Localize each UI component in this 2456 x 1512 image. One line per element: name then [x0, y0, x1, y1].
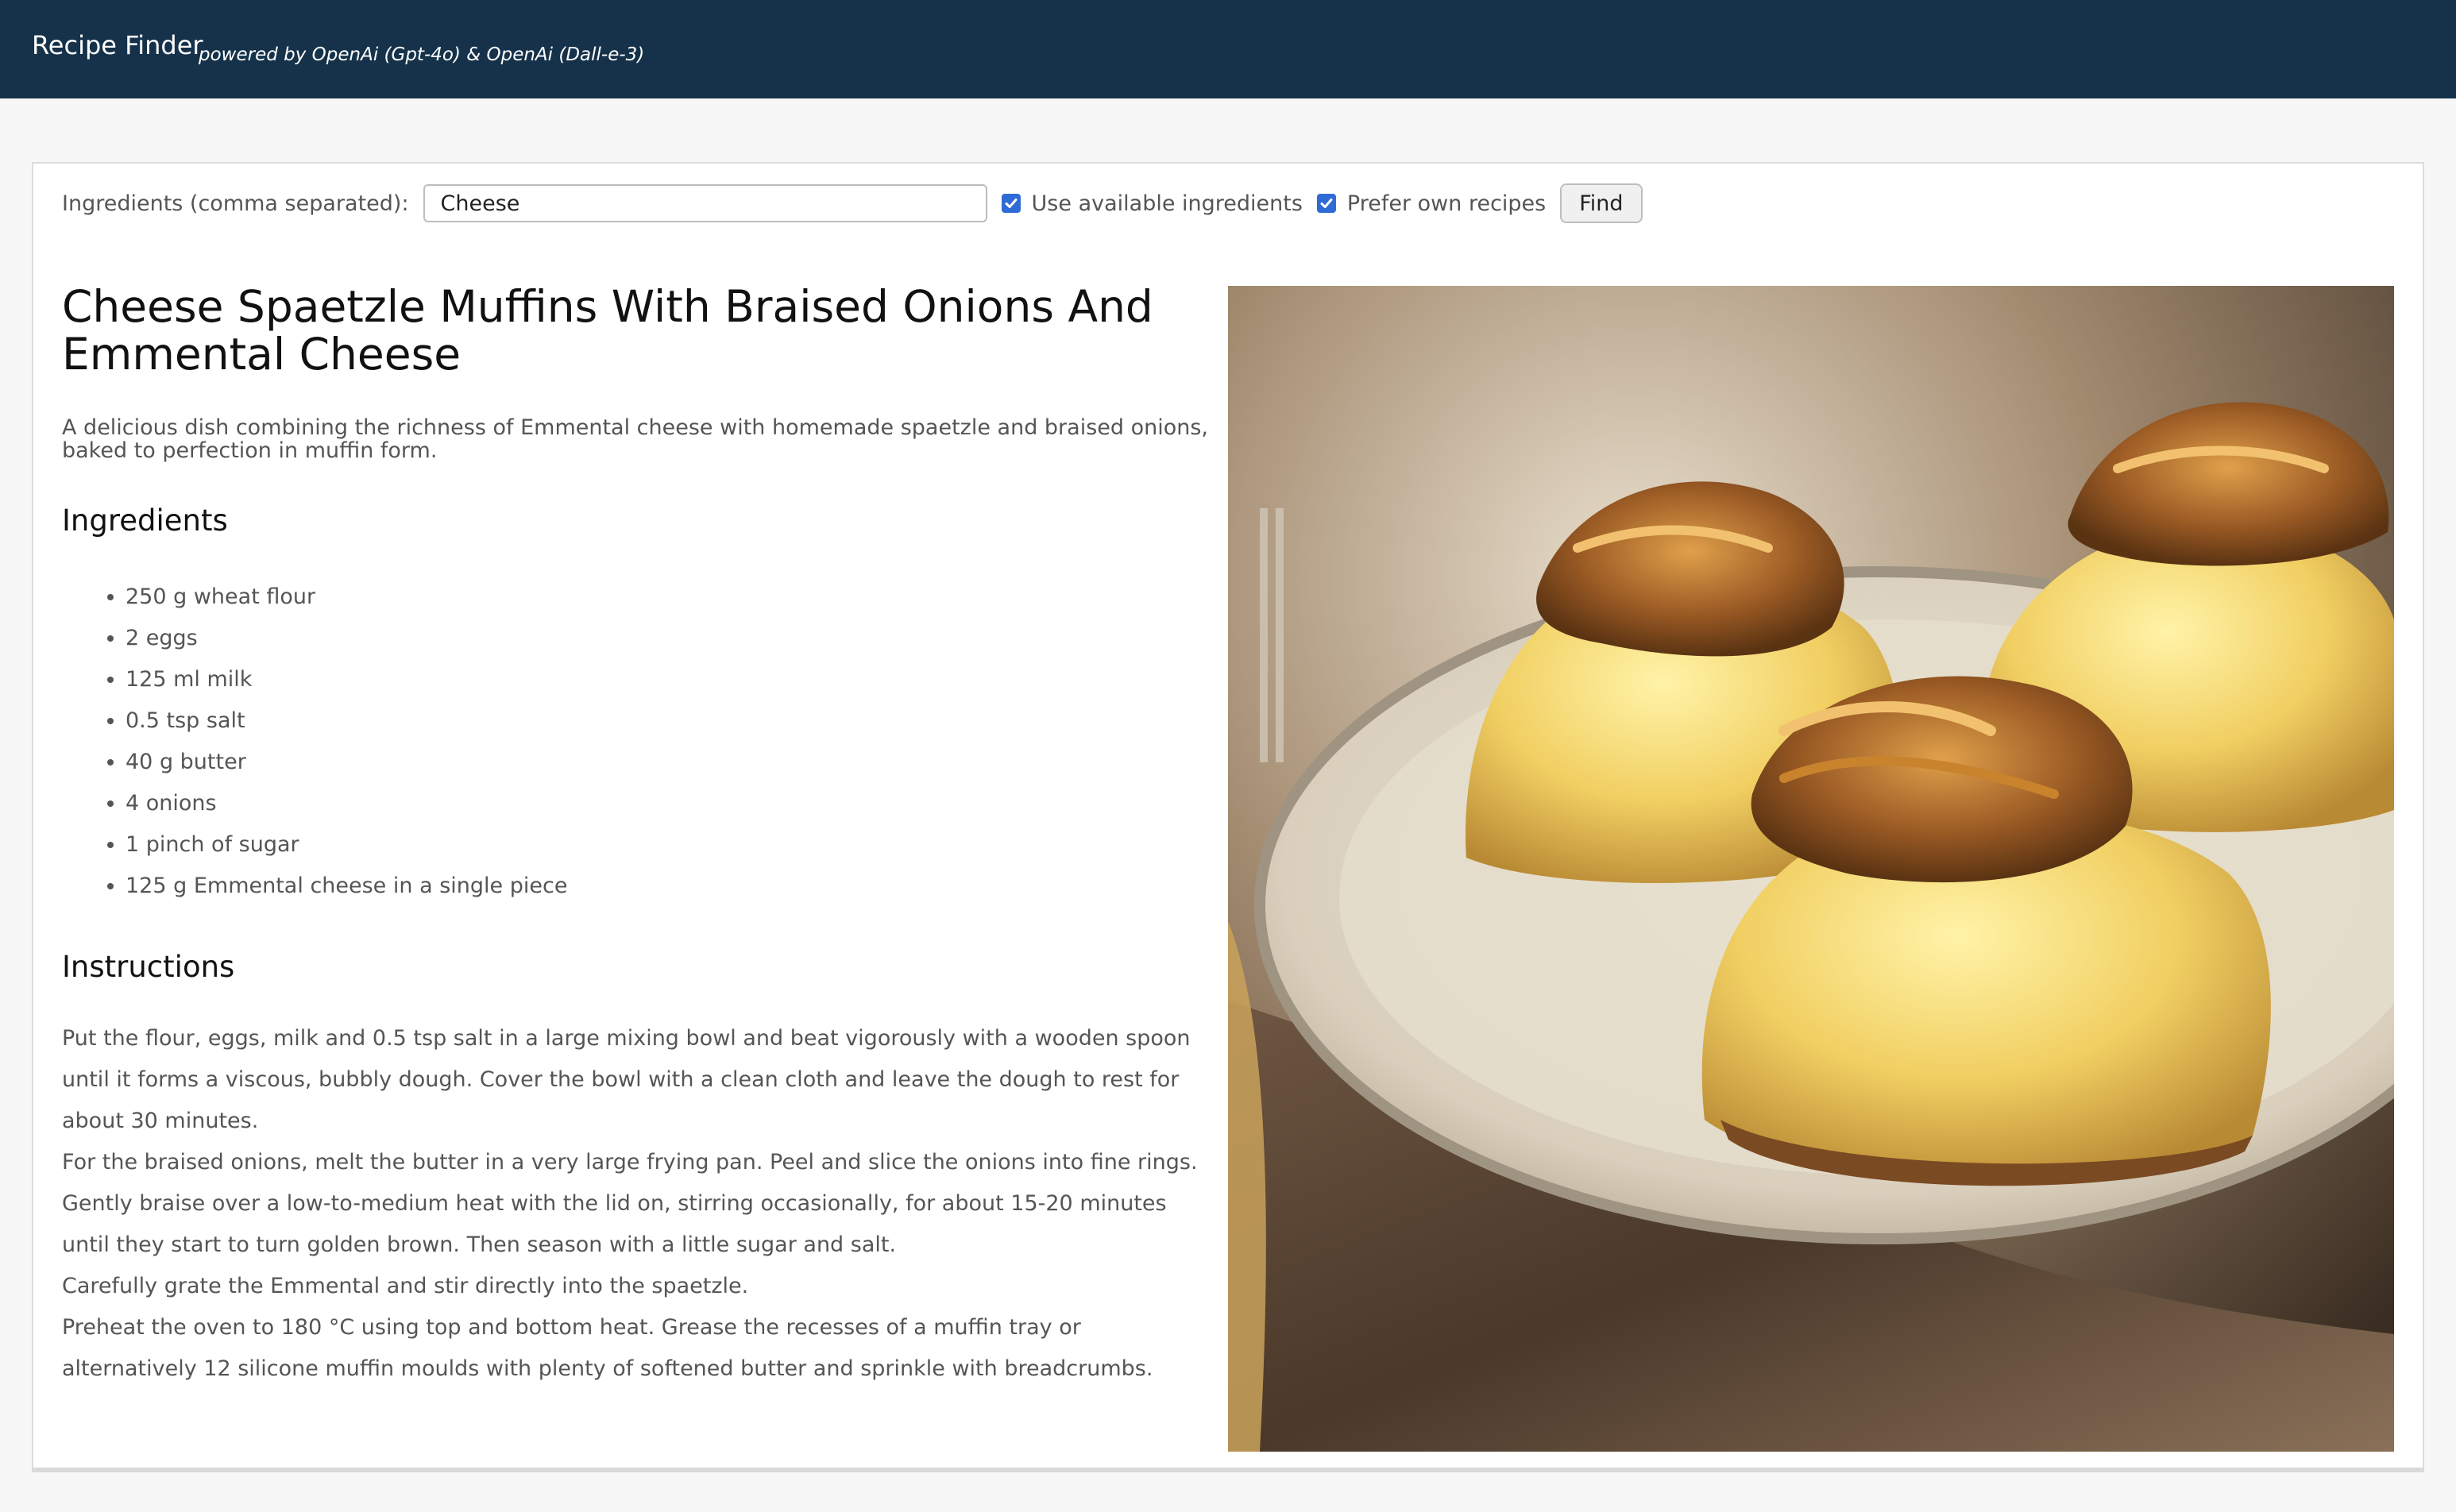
recipe-title: Cheese Spaetzle Muffins With Braised Oni…	[62, 281, 1153, 380]
ingredient-item: 1 pinch of sugar	[126, 824, 1238, 866]
ingredients-label: Ingredients (comma separated):	[62, 191, 409, 216]
search-toolbar: Ingredients (comma separated): Use avail…	[62, 183, 1643, 224]
ingredients-heading: Ingredients	[62, 503, 228, 538]
find-button[interactable]: Find	[1560, 183, 1643, 223]
instruction-step: Carefully grate the Emmental and stir di…	[62, 1274, 749, 1298]
ingredient-item: 250 g wheat flour	[126, 577, 1238, 618]
ingredients-list: 250 g wheat flour 2 eggs 125 ml milk 0.5…	[62, 577, 1238, 907]
instructions-heading: Instructions	[62, 950, 235, 984]
checkmark-icon	[1005, 199, 1018, 208]
prefer-own-checkbox[interactable]	[1316, 194, 1336, 213]
prefer-own-label[interactable]: Prefer own recipes	[1347, 191, 1546, 216]
top-navbar: Recipe Finder powered by OpenAi (Gpt-4o)…	[0, 0, 2456, 98]
ingredient-item: 125 ml milk	[126, 659, 1238, 700]
recipe-image	[1228, 286, 2394, 1452]
checkmark-icon	[1320, 199, 1333, 208]
recipe-card: Ingredients (comma separated): Use avail…	[32, 162, 2424, 1472]
recipe-details: Cheese Spaetzle Muffins With Braised Oni…	[62, 283, 1238, 1390]
use-available-checkbox[interactable]	[1001, 194, 1021, 213]
ingredient-item: 0.5 tsp salt	[126, 700, 1238, 742]
recipe-photo	[1228, 286, 2394, 1452]
use-available-label[interactable]: Use available ingredients	[1032, 191, 1303, 216]
ingredient-item: 4 onions	[126, 783, 1238, 824]
ingredient-item: 40 g butter	[126, 742, 1238, 783]
instruction-step: Put the flour, eggs, milk and 0.5 tsp sa…	[62, 1026, 1191, 1133]
app-title[interactable]: Recipe Finder	[32, 30, 203, 60]
powered-by-text: powered by OpenAi (Gpt-4o) & OpenAi (Dal…	[199, 44, 645, 65]
instruction-step: For the braised onions, melt the butter …	[62, 1150, 1198, 1257]
ingredients-input[interactable]	[423, 184, 987, 222]
instructions-text: Put the flour, eggs, milk and 0.5 tsp sa…	[62, 1018, 1214, 1390]
recipe-description: A delicious dish combining the richness …	[62, 415, 1209, 463]
ingredient-item: 2 eggs	[126, 618, 1238, 659]
ingredient-item: 125 g Emmental cheese in a single piece	[126, 866, 1238, 907]
instruction-step: Preheat the oven to 180 °C using top and…	[62, 1315, 1153, 1381]
